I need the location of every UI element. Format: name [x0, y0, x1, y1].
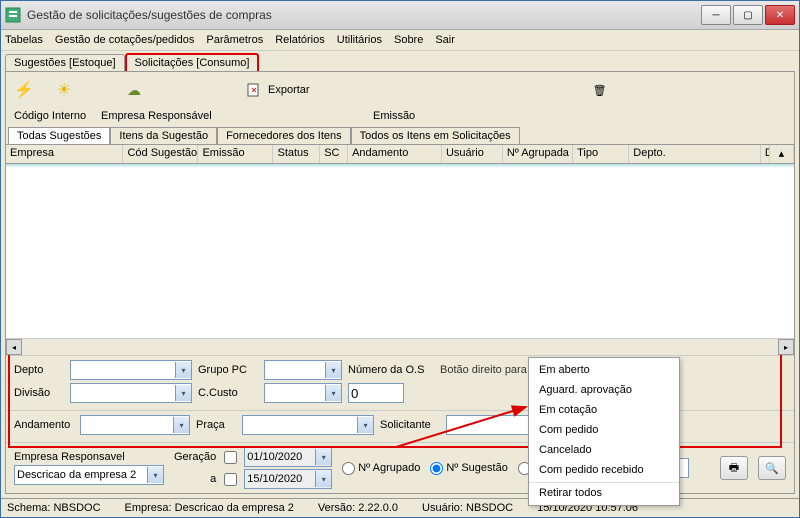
- subtab-todos-itens[interactable]: Todos os Itens em Solicitações: [351, 127, 520, 144]
- scroll-left[interactable]: ◂: [6, 339, 22, 355]
- sun-icon[interactable]: ☀: [54, 80, 74, 100]
- app-window: Gestão de solicitações/sugestões de comp…: [0, 0, 800, 518]
- label-codigo: Código Interno: [14, 110, 89, 122]
- status-empresa: Empresa: Descricao da empresa 2: [125, 502, 294, 514]
- label-emissao: Emissão: [373, 110, 415, 122]
- label-ccusto: C.Custo: [198, 387, 258, 399]
- numero-os-input[interactable]: [348, 383, 404, 403]
- main-panel: ⚡ ☀ ☁ Exportar 🗑 Código Interno Empresa …: [5, 71, 795, 494]
- ctx-retirar-todos[interactable]: Retirar todos: [529, 482, 679, 503]
- check-geracao[interactable]: [224, 451, 237, 464]
- top-tabs: Sugestões [Estoque] Solicitações [Consum…: [1, 51, 799, 71]
- window-title: Gestão de solicitações/sugestões de comp…: [27, 8, 701, 22]
- context-menu: Em aberto Aguard. aprovação Em cotação C…: [528, 357, 680, 506]
- export-icon[interactable]: [244, 80, 264, 100]
- status-usuario: Usuário: NBSDOC: [422, 502, 513, 514]
- col-depto[interactable]: Depto.: [629, 145, 761, 163]
- combo-ccusto[interactable]: ▾: [264, 383, 342, 403]
- date-from[interactable]: ▾: [244, 447, 332, 467]
- maximize-button[interactable]: ▢: [733, 5, 763, 25]
- grid-body[interactable]: [6, 164, 794, 338]
- date-to[interactable]: ▾: [244, 469, 332, 489]
- combo-empresa-resp[interactable]: ▾: [14, 465, 164, 485]
- lightning-icon[interactable]: ⚡: [14, 80, 34, 100]
- menu-tabelas[interactable]: Tabelas: [5, 34, 43, 46]
- label-geracao: Geração: [174, 451, 216, 463]
- close-button[interactable]: ✕: [765, 5, 795, 25]
- tab-sugestoes-estoque[interactable]: Sugestões [Estoque]: [5, 54, 125, 71]
- ctx-com-pedido-recebido[interactable]: Com pedido recebido: [529, 460, 679, 480]
- col-sc[interactable]: SC: [320, 145, 348, 163]
- label-empresa-resp2: Empresa Responsavel: [14, 451, 164, 463]
- ctx-aguard-aprovacao[interactable]: Aguard. aprovação: [529, 380, 679, 400]
- menu-parametros[interactable]: Parâmetros: [206, 34, 263, 46]
- combo-depto[interactable]: ▾: [70, 360, 192, 380]
- menu-gestao[interactable]: Gestão de cotações/pedidos: [55, 34, 194, 46]
- grid-hscroll[interactable]: ◂ ▸: [6, 338, 794, 355]
- col-andamento[interactable]: Andamento: [348, 145, 442, 163]
- search-button[interactable]: 🔍: [758, 456, 786, 480]
- label-grupo: Grupo PC: [198, 364, 258, 376]
- menu-utilitarios[interactable]: Utilitários: [337, 34, 382, 46]
- label-empresa-resp: Empresa Responsável: [101, 110, 361, 122]
- label-depto: Depto: [14, 364, 64, 376]
- combo-praca[interactable]: ▾: [242, 415, 374, 435]
- sub-tabs: Todas Sugestões Itens da Sugestão Fornec…: [6, 124, 794, 145]
- trash-icon[interactable]: 🗑: [590, 80, 610, 100]
- ctx-com-pedido[interactable]: Com pedido: [529, 420, 679, 440]
- radio-nagrupado[interactable]: Nº Agrupado: [342, 462, 420, 475]
- label-numero-os: Número da O.S: [348, 364, 428, 376]
- col-usuario[interactable]: Usuário: [442, 145, 503, 163]
- label-solicitante: Solicitante: [380, 419, 440, 431]
- print-button[interactable]: 🖶: [720, 456, 748, 480]
- col-emissao[interactable]: Emissão: [198, 145, 273, 163]
- ctx-em-cotacao[interactable]: Em cotação: [529, 400, 679, 420]
- status-versao: Versão: 2.22.0.0: [318, 502, 398, 514]
- check-a[interactable]: [224, 473, 237, 486]
- cloud-icon[interactable]: ☁: [124, 80, 144, 100]
- grid-header: Empresa Cód Sugestão Emissão Status SC A…: [6, 145, 794, 164]
- menu-sair[interactable]: Sair: [435, 34, 455, 46]
- minimize-button[interactable]: ─: [701, 5, 731, 25]
- menubar: Tabelas Gestão de cotações/pedidos Parâm…: [1, 30, 799, 51]
- label-andamento: Andamento: [14, 419, 74, 431]
- status-schema: Schema: NBSDOC: [7, 502, 101, 514]
- scroll-up[interactable]: ▴: [770, 145, 794, 163]
- subtab-itens[interactable]: Itens da Sugestão: [110, 127, 217, 144]
- tab-solicitacoes-consumo[interactable]: Solicitações [Consumo]: [125, 53, 260, 71]
- label-praca: Praça: [196, 419, 236, 431]
- label-a: a: [210, 473, 216, 485]
- combo-andamento[interactable]: ▾: [80, 415, 190, 435]
- ctx-cancelado[interactable]: Cancelado: [529, 440, 679, 460]
- ctx-em-aberto[interactable]: Em aberto: [529, 360, 679, 380]
- titlebar: Gestão de solicitações/sugestões de comp…: [1, 1, 799, 30]
- menu-sobre[interactable]: Sobre: [394, 34, 423, 46]
- col-divisao[interactable]: Divisão: [761, 145, 770, 163]
- combo-divisao[interactable]: ▾: [70, 383, 192, 403]
- col-nagrupada[interactable]: Nº Agrupada: [503, 145, 573, 163]
- subtab-todas[interactable]: Todas Sugestões: [8, 127, 110, 144]
- export-label[interactable]: Exportar: [268, 84, 310, 96]
- col-status[interactable]: Status: [273, 145, 320, 163]
- radio-nsugestao[interactable]: Nº Sugestão: [430, 462, 508, 475]
- label-divisao: Divisão: [14, 387, 64, 399]
- scroll-right[interactable]: ▸: [778, 339, 794, 355]
- menu-relatorios[interactable]: Relatórios: [275, 34, 325, 46]
- combo-grupo[interactable]: ▾: [264, 360, 342, 380]
- subtab-fornecedores[interactable]: Fornecedores dos Itens: [217, 127, 351, 144]
- header-labels: Código Interno Empresa Responsável Emiss…: [6, 108, 794, 124]
- app-icon: [5, 7, 21, 23]
- col-empresa[interactable]: Empresa: [6, 145, 123, 163]
- col-tipo[interactable]: Tipo: [573, 145, 629, 163]
- toolbar: ⚡ ☀ ☁ Exportar 🗑: [6, 72, 794, 108]
- col-cod[interactable]: Cód Sugestão: [123, 145, 198, 163]
